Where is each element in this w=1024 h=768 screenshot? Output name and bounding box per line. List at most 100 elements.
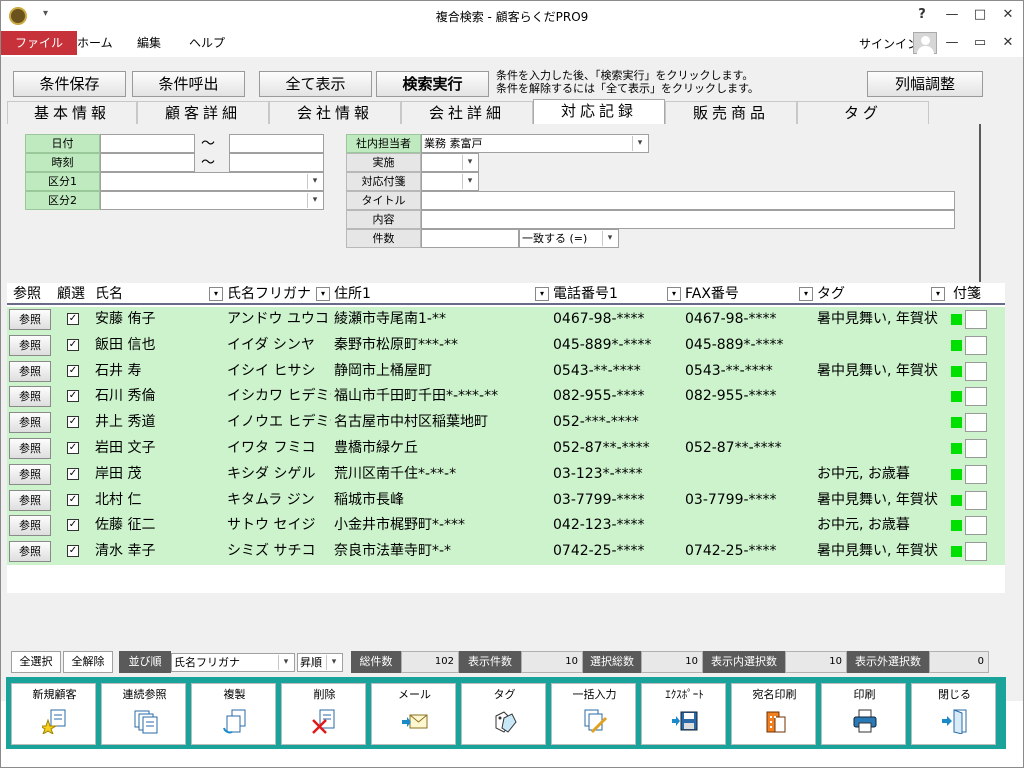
reference-button[interactable]: 参照	[9, 489, 51, 511]
table-row[interactable]: 参照 ✓ 北村 仁 キタムラ ジン 稲城市長峰 03-7799-**** 03-7799-*…	[7, 487, 1005, 514]
select-all-button[interactable]: 全選択	[11, 651, 61, 673]
menu-home[interactable]: ホーム	[63, 31, 127, 55]
chevron-down-icon[interactable]: ▾	[667, 287, 681, 301]
implementation-select[interactable]: ▾	[421, 153, 479, 172]
mail-button[interactable]: メール	[371, 683, 456, 745]
select-checkbox[interactable]: ✓	[67, 493, 79, 506]
help-button[interactable]: ?	[911, 5, 933, 25]
duplicate-button[interactable]: 複製	[191, 683, 276, 745]
reference-button[interactable]: 参照	[9, 438, 51, 459]
select-checkbox[interactable]: ✓	[67, 545, 79, 558]
match-select[interactable]: 一致する (=) ▾	[519, 229, 619, 248]
select-checkbox[interactable]: ✓	[67, 519, 79, 532]
reference-button[interactable]: 参照	[9, 412, 51, 434]
address-print-button[interactable]: 宛名印刷	[731, 683, 816, 745]
tab-basic-info[interactable]: 基本情報	[7, 101, 137, 125]
col-tag[interactable]: タグ	[817, 283, 845, 303]
sticky-button[interactable]	[965, 439, 987, 458]
select-checkbox[interactable]: ✓	[67, 338, 79, 351]
sort-select[interactable]: 氏名フリガナ ▾	[171, 653, 295, 672]
tag-button[interactable]: タグ	[461, 683, 546, 745]
chevron-down-icon[interactable]: ▾	[209, 287, 223, 301]
select-checkbox[interactable]: ✓	[67, 442, 79, 454]
staff-select[interactable]: 業務 素富戸 ▾	[421, 134, 649, 153]
sticky-button[interactable]	[965, 361, 987, 381]
sticky-button[interactable]	[965, 335, 987, 355]
sticky-button[interactable]	[965, 516, 987, 536]
menu-edit[interactable]: 編集	[123, 31, 175, 55]
table-row[interactable]: 参照 ✓ 安藤 侑子 アンドウ ユウコ 綾瀬市寺尾南1-** 0467-98-**** 04…	[7, 307, 1005, 333]
tab-customer-detail[interactable]: 顧客詳細	[137, 101, 269, 125]
load-conditions-button[interactable]: 条件呼出	[132, 71, 245, 97]
deselect-all-button[interactable]: 全解除	[63, 651, 113, 673]
reference-button[interactable]: 参照	[9, 309, 51, 330]
reference-button[interactable]: 参照	[9, 515, 51, 537]
kubun1-select[interactable]: ▾	[100, 172, 324, 191]
bulk-input-button[interactable]: 一括入力	[551, 683, 636, 745]
date-to-field[interactable]	[229, 134, 324, 153]
sticky-button[interactable]	[965, 490, 987, 510]
close-button[interactable]: ✕	[997, 5, 1019, 25]
minimize-button[interactable]: —	[941, 5, 963, 25]
tab-tags[interactable]: タグ	[797, 101, 929, 125]
menu-help[interactable]: ヘルプ	[175, 31, 239, 55]
sticky-button[interactable]	[965, 387, 987, 407]
table-row[interactable]: 参照 ✓ 佐藤 征二 サトウ セイジ 小金井市梶野町*-*** 042-123-**** お…	[7, 513, 1005, 540]
table-row[interactable]: 参照 ✓ 石井 寿 イシイ ヒサシ 静岡市上桶屋町 0543-**-**** 0543-**…	[7, 358, 1005, 385]
ribbon-minimize[interactable]: —	[941, 33, 963, 53]
reference-button[interactable]: 参照	[9, 541, 51, 563]
time-from-field[interactable]	[100, 153, 195, 172]
ribbon-restore[interactable]: ▭	[969, 33, 991, 53]
count-field[interactable]	[421, 229, 519, 248]
table-row[interactable]: 参照 ✓ 岸田 茂 キシダ シゲル 荒川区南千住*-**-* 03-123*-**** お中…	[7, 461, 1005, 488]
sticky-button[interactable]	[965, 542, 987, 562]
close-window-button[interactable]: 閉じる	[911, 683, 996, 745]
continuous-view-button[interactable]: 連続参照	[101, 683, 186, 745]
export-button[interactable]: ｴｸｽﾎﾟｰﾄ	[641, 683, 726, 745]
chevron-down-icon[interactable]: ▾	[316, 287, 330, 301]
new-customer-button[interactable]: 新規顧客	[11, 683, 96, 745]
sticky-button[interactable]	[965, 464, 987, 484]
date-from-field[interactable]	[100, 134, 195, 153]
select-checkbox[interactable]: ✓	[67, 467, 79, 480]
col-address[interactable]: 住所1	[334, 283, 371, 303]
table-row[interactable]: 参照 ✓ 井上 秀道 イノウエ ヒデミチ名古屋市中村区稲葉地町 052-***-****	[7, 410, 1005, 437]
maximize-button[interactable]: □	[969, 5, 991, 25]
reference-button[interactable]: 参照	[9, 386, 51, 408]
column-width-button[interactable]: 列幅調整	[867, 71, 983, 97]
table-row[interactable]: 参照 ✓ 岩田 文子 イワタ フミコ 豊橋市緑ケ丘 052-87**-**** 052-87…	[7, 436, 1005, 462]
title-field[interactable]	[421, 191, 955, 210]
reference-button[interactable]: 参照	[9, 463, 51, 485]
execute-search-button[interactable]: 検索実行	[376, 71, 489, 97]
col-kana[interactable]: 氏名フリガナ	[227, 283, 311, 303]
kubun2-select[interactable]: ▾	[100, 191, 324, 210]
tab-products[interactable]: 販売商品	[665, 101, 797, 125]
sticky-button[interactable]	[965, 310, 987, 329]
sticky-button[interactable]	[965, 413, 987, 433]
chevron-down-icon[interactable]: ▾	[799, 287, 813, 301]
chevron-down-icon[interactable]: ▾	[535, 287, 549, 301]
col-fax[interactable]: FAX番号	[685, 283, 739, 303]
select-checkbox[interactable]: ✓	[67, 364, 79, 377]
sticky-select[interactable]: ▾	[421, 172, 479, 191]
tab-company-info[interactable]: 会社情報	[269, 101, 401, 125]
col-name[interactable]: 氏名	[95, 283, 123, 303]
select-checkbox[interactable]: ✓	[67, 390, 79, 403]
user-avatar[interactable]	[913, 32, 937, 54]
show-all-button[interactable]: 全て表示	[259, 71, 372, 97]
print-button[interactable]: 印刷	[821, 683, 906, 745]
chevron-down-icon[interactable]: ▾	[931, 287, 945, 301]
reference-button[interactable]: 参照	[9, 334, 51, 356]
delete-button[interactable]: 削除	[281, 683, 366, 745]
table-row[interactable]: 参照 ✓ 石川 秀倫 イシカワ ヒデミチ福山市千田町千田*-***-** 082-955…	[7, 384, 1005, 411]
tab-correspondence[interactable]: 対応記録	[533, 99, 665, 125]
select-checkbox[interactable]: ✓	[67, 416, 79, 429]
table-row[interactable]: 参照 ✓ 飯田 信也 イイダ シンヤ 秦野市松原町***-** 045-889*-****…	[7, 332, 1005, 359]
order-select[interactable]: 昇順 ▾	[297, 653, 343, 672]
table-row[interactable]: 参照 ✓ 清水 幸子 シミズ サチコ 奈良市法華寺町*-* 0742-25-**** 074…	[7, 539, 1005, 566]
save-conditions-button[interactable]: 条件保存	[13, 71, 126, 97]
col-tel[interactable]: 電話番号1	[553, 283, 618, 303]
signin-link[interactable]: サインイン	[859, 35, 919, 52]
time-to-field[interactable]	[229, 153, 324, 172]
content-field[interactable]	[421, 210, 955, 229]
